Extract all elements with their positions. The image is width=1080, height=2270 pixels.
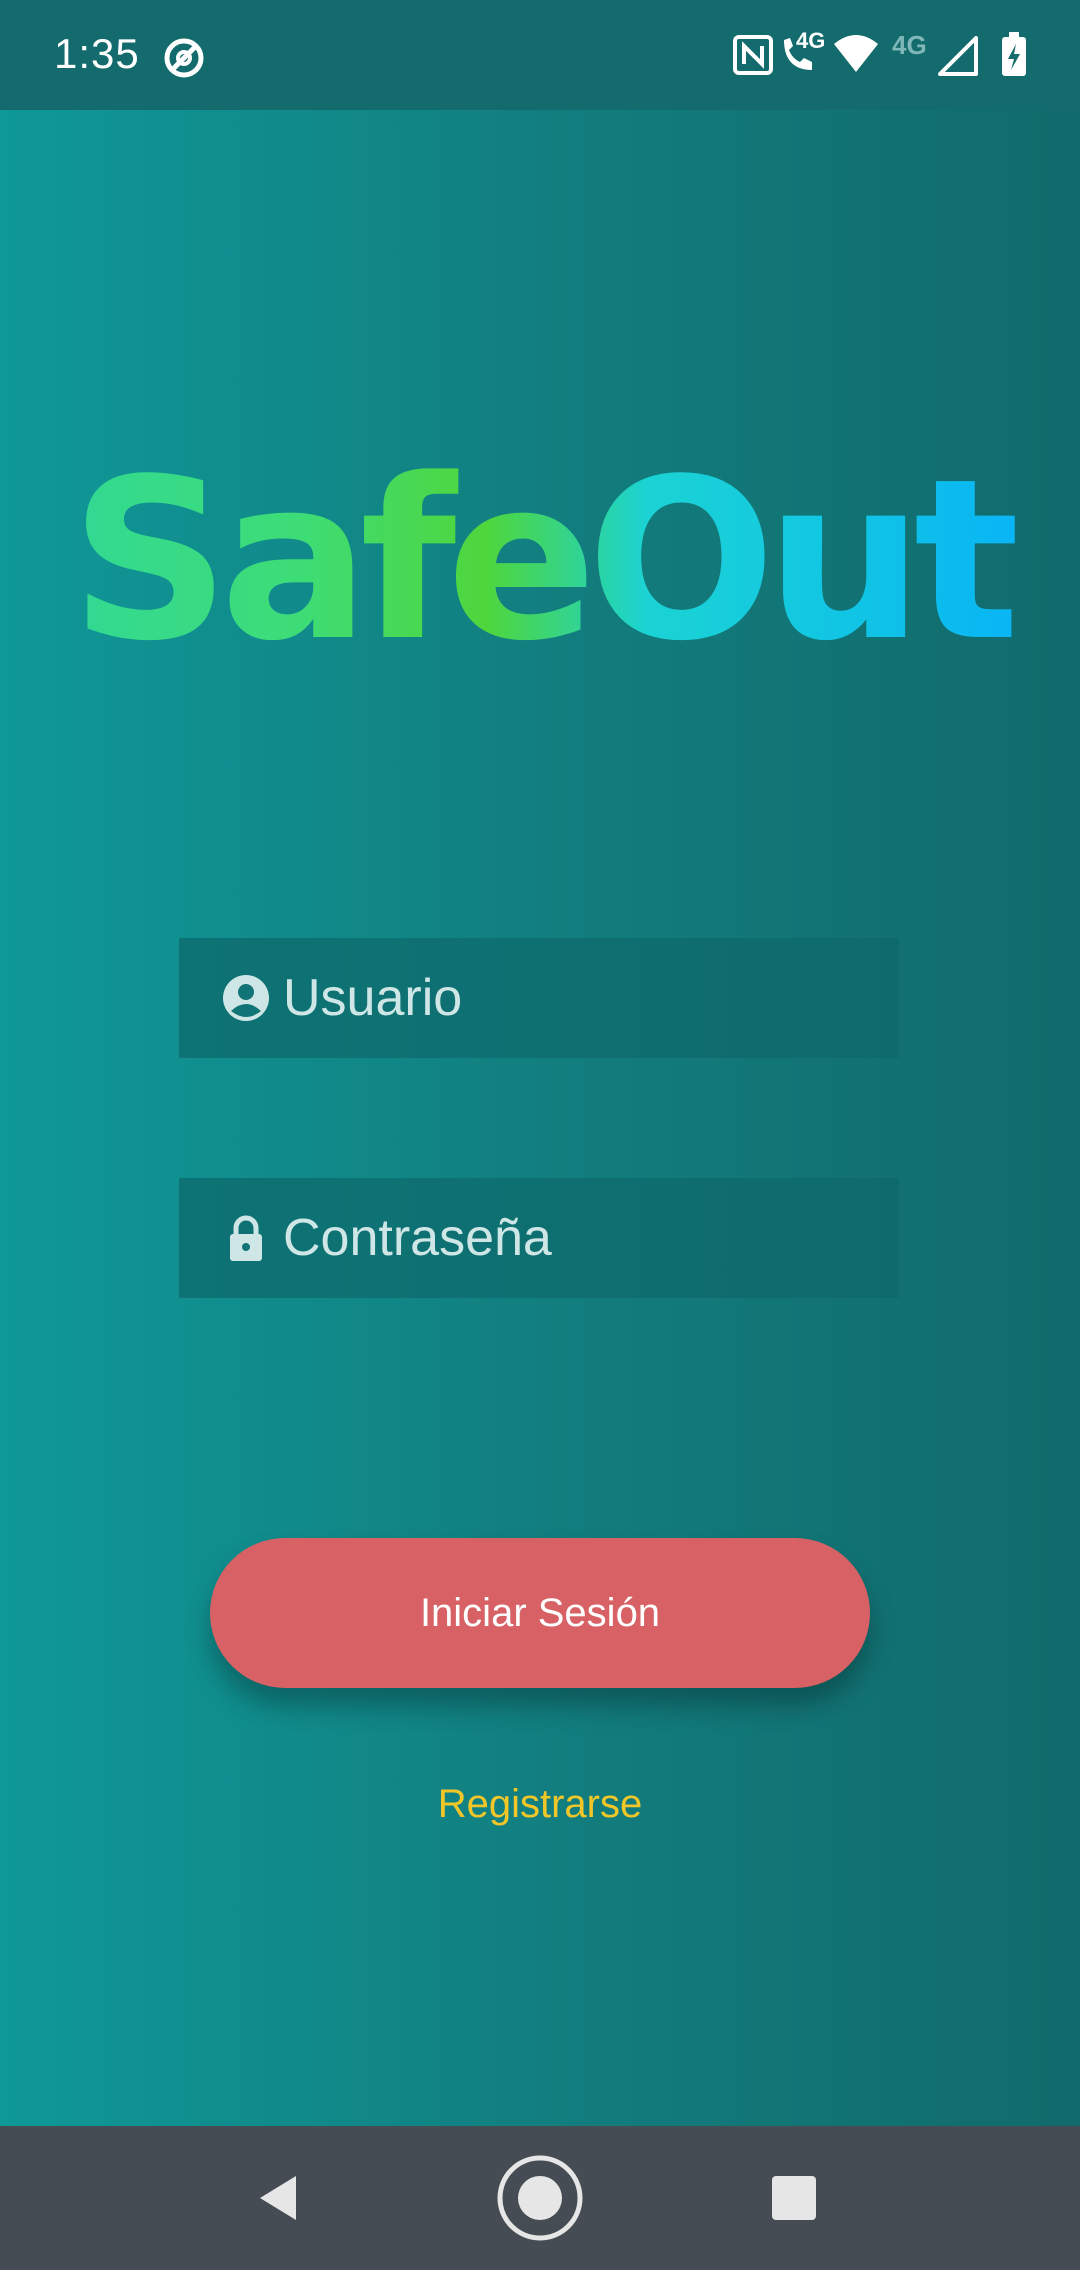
wifi-icon xyxy=(832,34,880,79)
password-input[interactable] xyxy=(283,1178,952,1298)
app-logo: SafeOut xyxy=(0,450,1080,672)
mobile-network-label: 4G xyxy=(892,30,927,60)
signal-icon xyxy=(938,36,978,81)
username-input[interactable] xyxy=(283,938,952,1058)
password-field[interactable] xyxy=(179,1178,952,1298)
login-screen: SafeOut Iniciar Sesión Registrarse xyxy=(0,110,1080,2126)
sync-icon xyxy=(160,34,208,87)
username-field[interactable] xyxy=(179,938,952,1058)
home-icon[interactable] xyxy=(490,2148,590,2248)
account-circle-icon xyxy=(221,973,271,1023)
back-icon[interactable] xyxy=(230,2148,330,2248)
register-link[interactable]: Registrarse xyxy=(0,1782,1080,1827)
recents-icon[interactable] xyxy=(744,2148,844,2248)
login-button[interactable]: Iniciar Sesión xyxy=(210,1538,870,1688)
status-time: 1:35 xyxy=(54,30,140,77)
status-bar: 1:35 4G 4G xyxy=(0,0,1080,110)
battery-charging-icon xyxy=(1000,32,1028,83)
lock-icon xyxy=(221,1213,271,1263)
call-network-label: 4G xyxy=(796,28,826,53)
navigation-bar xyxy=(0,2126,1080,2270)
nfc-icon xyxy=(732,34,774,81)
